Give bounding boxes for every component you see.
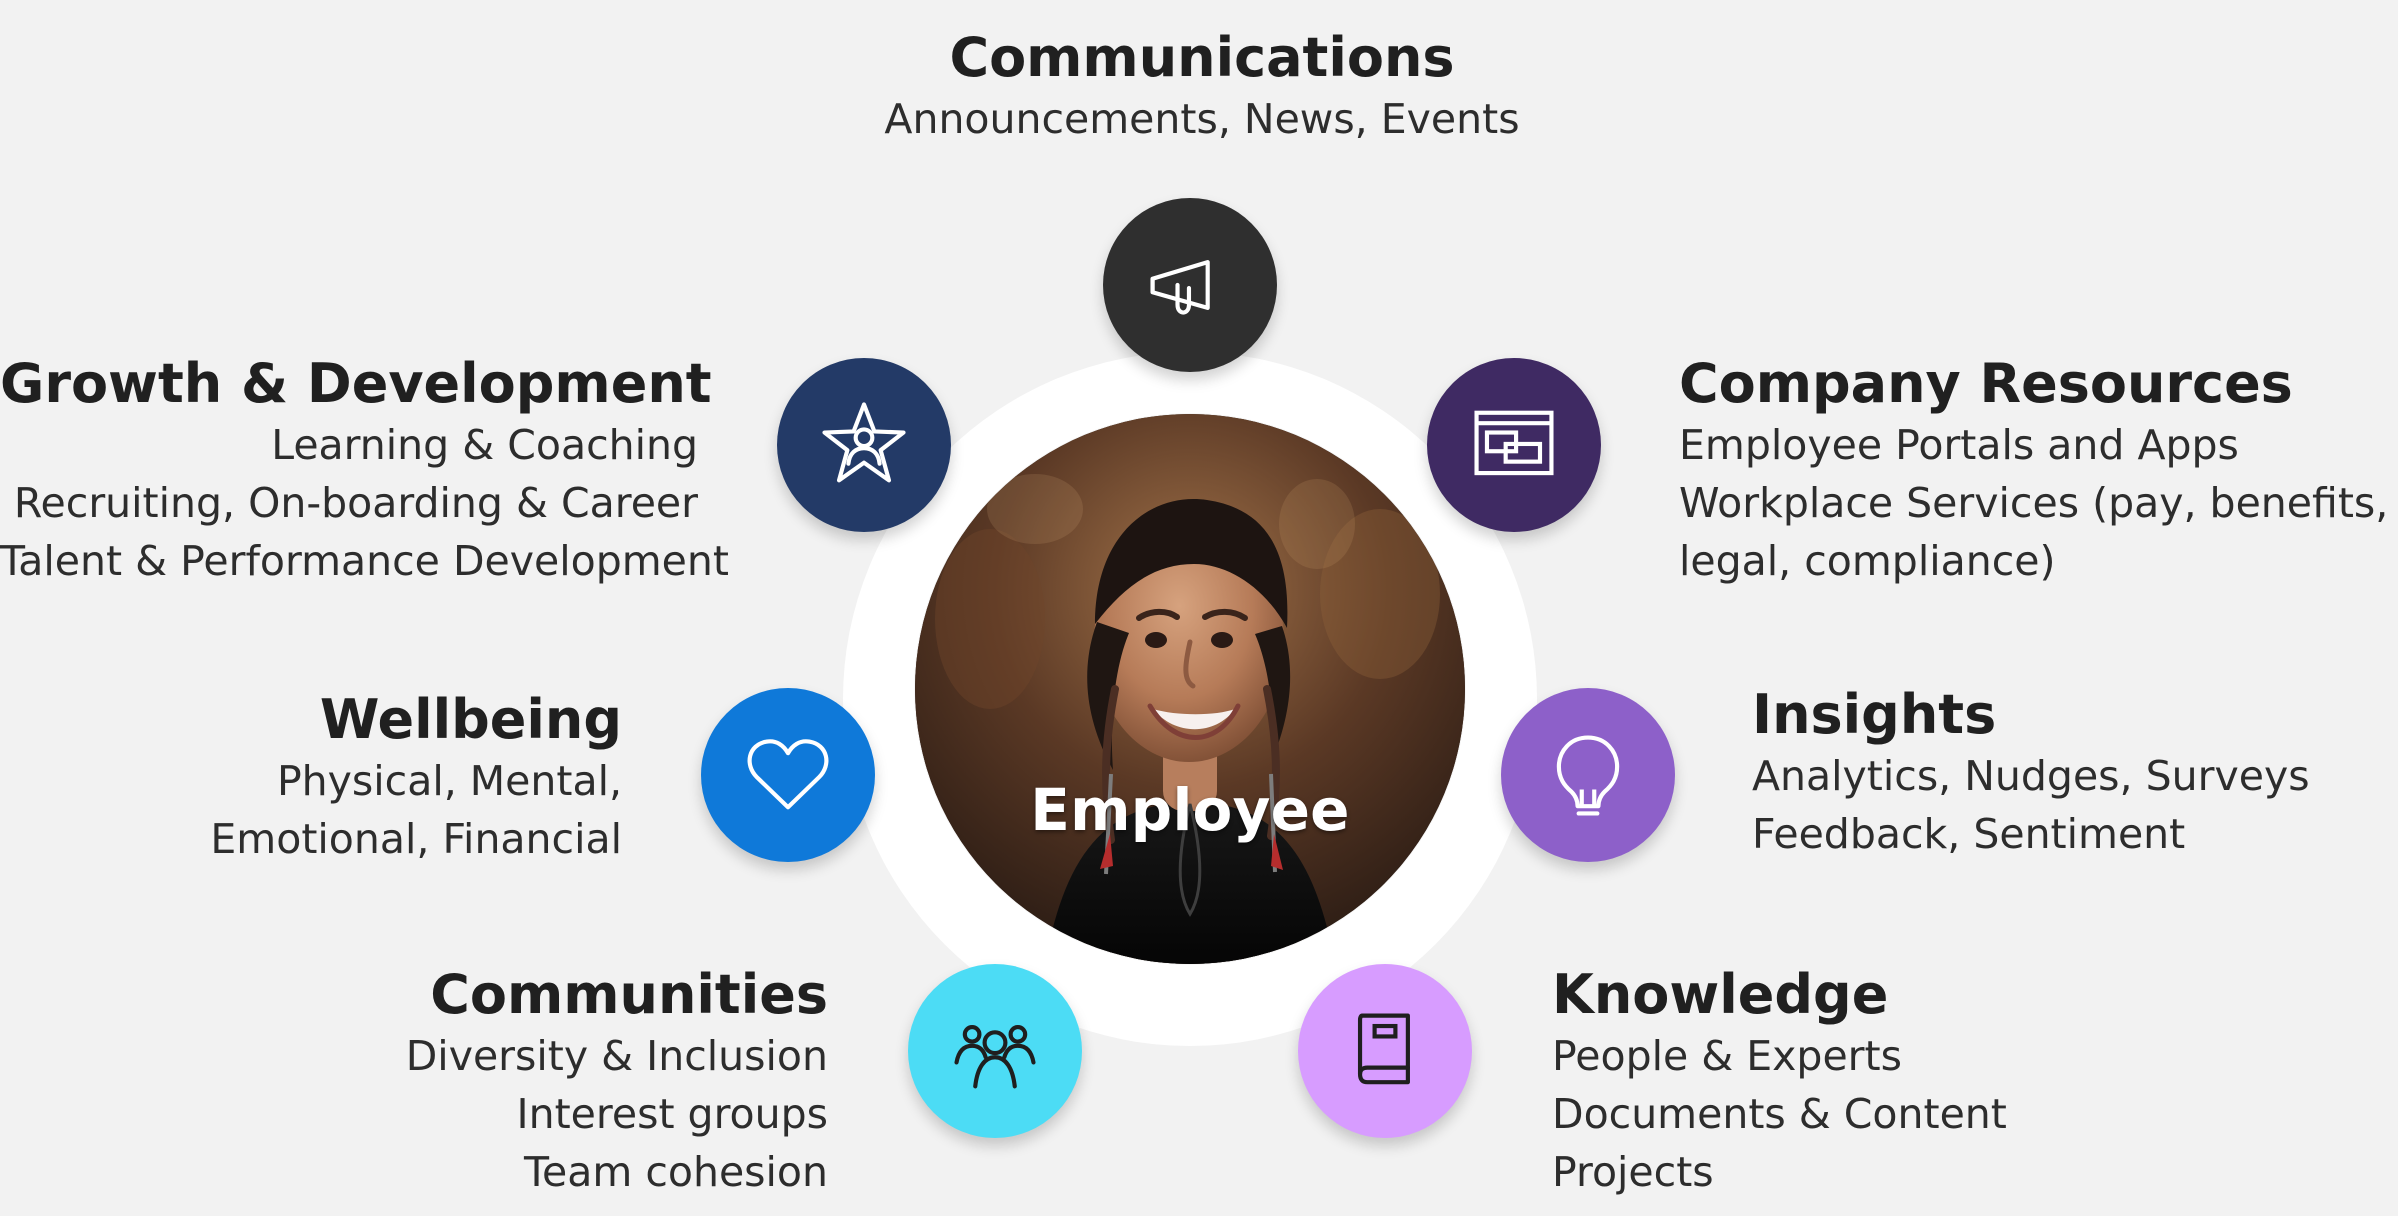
- wellbeing-line-1: Physical, Mental,: [276, 757, 622, 805]
- resources-line-3: legal, compliance): [1679, 537, 2056, 585]
- knowledge-line-2: Documents & Content: [1552, 1090, 2007, 1138]
- resources-title: Company Resources: [1679, 352, 2293, 415]
- employee-experience-diagram: Employee Communications Announcements, N…: [0, 0, 2398, 1216]
- knowledge-node[interactable]: [1298, 964, 1472, 1138]
- growth-development-node[interactable]: [777, 358, 951, 532]
- growth-label: Growth & Development Learning & Coaching…: [0, 352, 729, 590]
- communities-line-2: Interest groups: [516, 1090, 828, 1138]
- knowledge-line-1: People & Experts: [1552, 1032, 1902, 1080]
- book-icon: [1357, 1013, 1410, 1085]
- growth-line-3: Talent & Performance Development: [0, 537, 729, 585]
- insights-line-2: Feedback, Sentiment: [1752, 810, 2186, 858]
- communities-node[interactable]: [908, 964, 1082, 1138]
- company-resources-node[interactable]: [1427, 358, 1601, 532]
- growth-title: Growth & Development: [0, 352, 712, 415]
- growth-line-1: Learning & Coaching: [271, 421, 698, 469]
- insights-line-1: Analytics, Nudges, Surveys: [1752, 752, 2310, 800]
- wellbeing-line-2: Emotional, Financial: [210, 815, 622, 863]
- insights-node[interactable]: [1501, 688, 1675, 862]
- star-person-icon: [822, 402, 906, 483]
- communities-line-3: Team cohesion: [523, 1148, 828, 1196]
- growth-line-2: Recruiting, On-boarding & Career: [13, 479, 698, 527]
- employee-photo: Employee: [915, 414, 1465, 964]
- wellbeing-label: Wellbeing Physical, Mental, Emotional, F…: [140, 688, 622, 868]
- resources-line-1: Employee Portals and Apps: [1679, 421, 2239, 469]
- communications-title: Communications: [949, 26, 1455, 89]
- heart-icon: [747, 739, 829, 810]
- communities-line-1: Diversity & Inclusion: [405, 1032, 828, 1080]
- resources-line-2: Workplace Services (pay, benefits, IT,: [1679, 479, 2398, 527]
- communities-label: Communities Diversity & Inclusion Intere…: [392, 963, 828, 1201]
- resources-label: Company Resources Employee Portals and A…: [1679, 352, 2398, 590]
- communications-node[interactable]: [1103, 198, 1277, 372]
- communications-line-1: Announcements, News, Events: [884, 95, 1520, 143]
- communities-title: Communities: [430, 963, 828, 1026]
- insights-title: Insights: [1752, 683, 1997, 746]
- knowledge-label: Knowledge People & Experts Documents & C…: [1552, 963, 2052, 1201]
- people-group-icon: [954, 1025, 1036, 1089]
- communications-label: Communications Announcements, News, Even…: [862, 26, 1542, 148]
- lightbulb-icon: [1556, 735, 1620, 816]
- knowledge-title: Knowledge: [1552, 963, 1889, 1026]
- wellbeing-node[interactable]: [701, 688, 875, 862]
- wellbeing-title: Wellbeing: [319, 688, 622, 751]
- knowledge-line-3: Projects: [1552, 1148, 1714, 1196]
- center-label: Employee: [1030, 776, 1350, 844]
- browser-window-icon: [1474, 410, 1554, 476]
- insights-label: Insights Analytics, Nudges, Surveys Feed…: [1752, 683, 2332, 863]
- megaphone-icon: [1150, 260, 1210, 315]
